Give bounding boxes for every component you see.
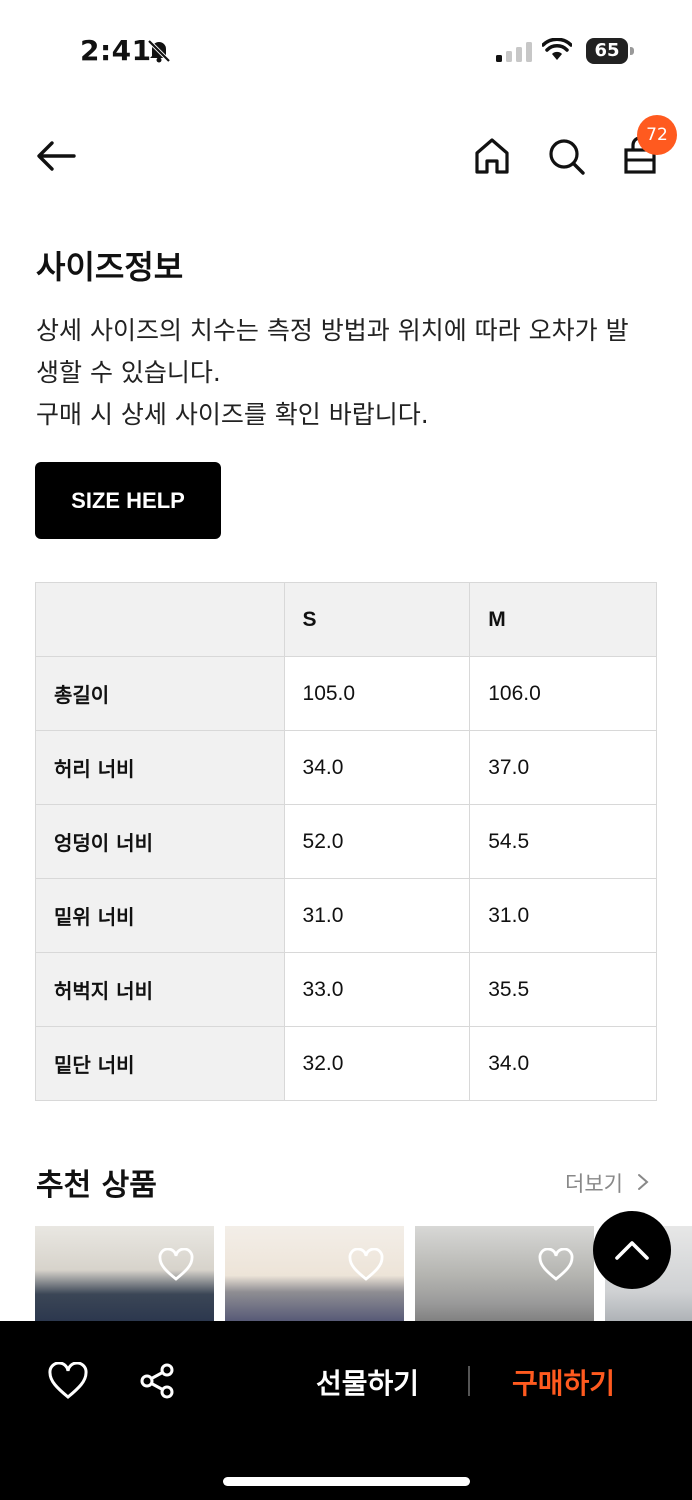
recommended-title: 추천 상품 [36,1168,157,1203]
divider [468,1366,470,1396]
table-cell: 31.0 [469,878,657,953]
description-line: 생할 수 있습니다. [36,358,221,387]
size-description: 상세 사이즈의 치수는 측정 방법과 위치에 따라 오차가 발 생할 수 있습니… [36,310,666,436]
table-header-cell: M [469,582,657,657]
back-arrow-icon[interactable] [34,134,78,178]
row-label: 밑단 너비 [35,1026,285,1101]
table-row: 총길이 105.0 106.0 [35,656,657,731]
product-thumbnail[interactable] [35,1226,214,1336]
table-cell: 33.0 [283,952,471,1027]
size-help-button[interactable]: SIZE HELP [35,462,221,539]
home-indicator [223,1477,470,1486]
row-label: 엉덩이 너비 [35,804,285,879]
product-thumbnail[interactable] [225,1226,404,1336]
wifi-icon [542,38,572,60]
status-time: 2:41 [80,34,152,67]
heart-outline-icon[interactable] [48,1362,88,1400]
row-label: 허리 너비 [35,730,285,805]
table-header-row: S M [35,582,657,657]
heart-outline-icon[interactable] [538,1248,574,1282]
home-icon[interactable] [470,134,514,178]
table-cell: 34.0 [469,1026,657,1101]
table-cell: 52.0 [283,804,471,879]
table-cell: 106.0 [469,656,657,731]
table-row: 엉덩이 너비 52.0 54.5 [35,804,657,879]
size-table: S M 총길이 105.0 106.0 허리 너비 34.0 37.0 엉덩이 … [35,582,657,1101]
table-cell: 31.0 [283,878,471,953]
table-cell: 35.5 [469,952,657,1027]
product-thumbnail[interactable] [415,1226,594,1336]
row-label: 밑위 너비 [35,878,285,953]
buy-button[interactable]: 구매하기 [512,1362,615,1402]
table-cell: 34.0 [283,730,471,805]
table-row: 허벅지 너비 33.0 35.5 [35,952,657,1027]
scroll-to-top-button[interactable] [593,1211,671,1289]
description-line: 상세 사이즈의 치수는 측정 방법과 위치에 따라 오차가 발 [36,316,629,345]
row-label: 총길이 [35,656,285,731]
cart-count-badge: 72 [637,115,677,155]
gift-button[interactable]: 선물하기 [316,1362,419,1402]
table-row: 허리 너비 34.0 37.0 [35,730,657,805]
table-row: 밑단 너비 32.0 34.0 [35,1026,657,1101]
bottom-action-bar [0,1321,692,1500]
row-label: 허벅지 너비 [35,952,285,1027]
heart-outline-icon[interactable] [348,1248,384,1282]
chevron-right-icon[interactable] [636,1172,650,1192]
heart-outline-icon[interactable] [158,1248,194,1282]
table-header-cell [35,582,285,657]
bell-muted-icon [147,39,171,63]
search-icon[interactable] [544,134,588,178]
table-cell: 54.5 [469,804,657,879]
chevron-up-icon [615,1241,649,1260]
description-line: 구매 시 상세 사이즈를 확인 바랍니다. [36,400,429,429]
table-cell: 37.0 [469,730,657,805]
table-row: 밑위 너비 31.0 31.0 [35,878,657,953]
battery-indicator: 65 [586,38,634,64]
battery-level: 65 [594,40,620,61]
cellular-signal-icon [496,42,532,62]
more-link[interactable]: 더보기 [565,1168,623,1198]
section-title: 사이즈정보 [36,248,184,286]
share-icon[interactable] [138,1362,176,1400]
table-header-cell: S [283,582,471,657]
table-cell: 105.0 [283,656,471,731]
table-cell: 32.0 [283,1026,471,1101]
